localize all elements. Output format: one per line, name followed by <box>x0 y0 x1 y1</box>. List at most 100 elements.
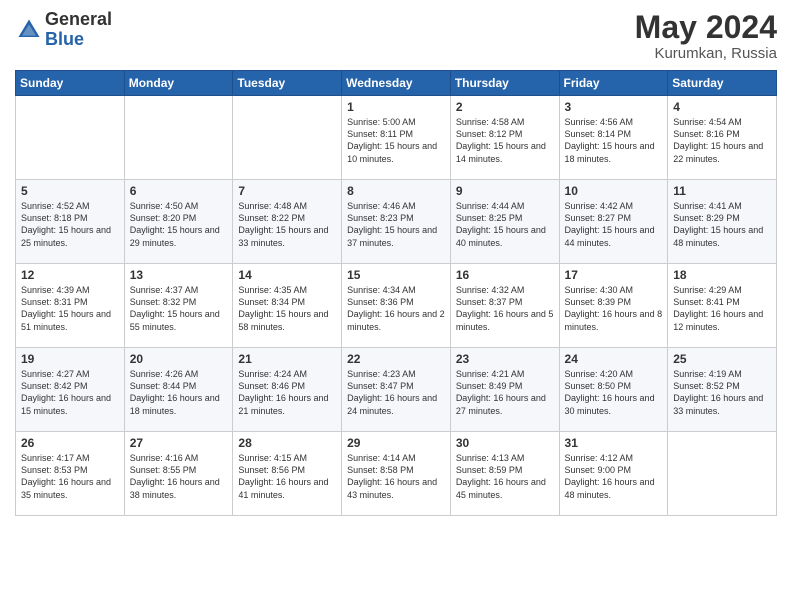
calendar-cell-3-3: 22 Sunrise: 4:23 AMSunset: 8:47 PMDaylig… <box>342 348 451 432</box>
calendar-cell-4-6 <box>668 432 777 516</box>
calendar-cell-0-1 <box>124 96 233 180</box>
cell-content: Sunrise: 4:14 AMSunset: 8:58 PMDaylight:… <box>347 452 445 501</box>
header-thursday: Thursday <box>450 71 559 96</box>
logo-icon <box>15 16 43 44</box>
logo-blue: Blue <box>45 30 112 50</box>
calendar-cell-2-3: 15 Sunrise: 4:34 AMSunset: 8:36 PMDaylig… <box>342 264 451 348</box>
calendar-cell-1-4: 9 Sunrise: 4:44 AMSunset: 8:25 PMDayligh… <box>450 180 559 264</box>
day-number: 24 <box>565 352 663 366</box>
header-friday: Friday <box>559 71 668 96</box>
cell-content: Sunrise: 4:15 AMSunset: 8:56 PMDaylight:… <box>238 452 336 501</box>
day-number: 19 <box>21 352 119 366</box>
calendar-cell-3-5: 24 Sunrise: 4:20 AMSunset: 8:50 PMDaylig… <box>559 348 668 432</box>
cell-content: Sunrise: 4:21 AMSunset: 8:49 PMDaylight:… <box>456 368 554 417</box>
page: General Blue May 2024 Kurumkan, Russia S… <box>0 0 792 612</box>
header-monday: Monday <box>124 71 233 96</box>
header-saturday: Saturday <box>668 71 777 96</box>
day-number: 29 <box>347 436 445 450</box>
day-number: 3 <box>565 100 663 114</box>
cell-content: Sunrise: 4:32 AMSunset: 8:37 PMDaylight:… <box>456 284 554 333</box>
cell-content: Sunrise: 4:29 AMSunset: 8:41 PMDaylight:… <box>673 284 771 333</box>
calendar-cell-0-6: 4 Sunrise: 4:54 AMSunset: 8:16 PMDayligh… <box>668 96 777 180</box>
day-number: 16 <box>456 268 554 282</box>
day-number: 9 <box>456 184 554 198</box>
logo-text: General Blue <box>45 10 112 50</box>
cell-content: Sunrise: 4:54 AMSunset: 8:16 PMDaylight:… <box>673 116 771 165</box>
calendar-cell-1-1: 6 Sunrise: 4:50 AMSunset: 8:20 PMDayligh… <box>124 180 233 264</box>
cell-content: Sunrise: 4:41 AMSunset: 8:29 PMDaylight:… <box>673 200 771 249</box>
day-number: 14 <box>238 268 336 282</box>
calendar-cell-0-5: 3 Sunrise: 4:56 AMSunset: 8:14 PMDayligh… <box>559 96 668 180</box>
calendar-cell-4-2: 28 Sunrise: 4:15 AMSunset: 8:56 PMDaylig… <box>233 432 342 516</box>
day-number: 1 <box>347 100 445 114</box>
day-number: 27 <box>130 436 228 450</box>
calendar-cell-3-1: 20 Sunrise: 4:26 AMSunset: 8:44 PMDaylig… <box>124 348 233 432</box>
weekday-header-row: Sunday Monday Tuesday Wednesday Thursday… <box>16 71 777 96</box>
calendar-cell-2-1: 13 Sunrise: 4:37 AMSunset: 8:32 PMDaylig… <box>124 264 233 348</box>
cell-content: Sunrise: 4:37 AMSunset: 8:32 PMDaylight:… <box>130 284 228 333</box>
day-number: 20 <box>130 352 228 366</box>
calendar-cell-3-4: 23 Sunrise: 4:21 AMSunset: 8:49 PMDaylig… <box>450 348 559 432</box>
header-tuesday: Tuesday <box>233 71 342 96</box>
calendar-cell-2-5: 17 Sunrise: 4:30 AMSunset: 8:39 PMDaylig… <box>559 264 668 348</box>
calendar-cell-4-1: 27 Sunrise: 4:16 AMSunset: 8:55 PMDaylig… <box>124 432 233 516</box>
calendar-cell-1-6: 11 Sunrise: 4:41 AMSunset: 8:29 PMDaylig… <box>668 180 777 264</box>
calendar-cell-0-3: 1 Sunrise: 5:00 AMSunset: 8:11 PMDayligh… <box>342 96 451 180</box>
day-number: 2 <box>456 100 554 114</box>
day-number: 30 <box>456 436 554 450</box>
day-number: 28 <box>238 436 336 450</box>
calendar-cell-4-3: 29 Sunrise: 4:14 AMSunset: 8:58 PMDaylig… <box>342 432 451 516</box>
day-number: 7 <box>238 184 336 198</box>
day-number: 21 <box>238 352 336 366</box>
title-block: May 2024 Kurumkan, Russia <box>635 10 777 62</box>
cell-content: Sunrise: 4:42 AMSunset: 8:27 PMDaylight:… <box>565 200 663 249</box>
cell-content: Sunrise: 4:58 AMSunset: 8:12 PMDaylight:… <box>456 116 554 165</box>
day-number: 26 <box>21 436 119 450</box>
day-number: 12 <box>21 268 119 282</box>
day-number: 17 <box>565 268 663 282</box>
cell-content: Sunrise: 4:34 AMSunset: 8:36 PMDaylight:… <box>347 284 445 333</box>
day-number: 8 <box>347 184 445 198</box>
week-row-0: 1 Sunrise: 5:00 AMSunset: 8:11 PMDayligh… <box>16 96 777 180</box>
cell-content: Sunrise: 4:24 AMSunset: 8:46 PMDaylight:… <box>238 368 336 417</box>
month-year: May 2024 <box>635 10 777 45</box>
calendar-cell-0-0 <box>16 96 125 180</box>
calendar-table: Sunday Monday Tuesday Wednesday Thursday… <box>15 70 777 516</box>
cell-content: Sunrise: 4:50 AMSunset: 8:20 PMDaylight:… <box>130 200 228 249</box>
calendar-cell-0-2 <box>233 96 342 180</box>
week-row-3: 19 Sunrise: 4:27 AMSunset: 8:42 PMDaylig… <box>16 348 777 432</box>
header-wednesday: Wednesday <box>342 71 451 96</box>
day-number: 23 <box>456 352 554 366</box>
cell-content: Sunrise: 4:23 AMSunset: 8:47 PMDaylight:… <box>347 368 445 417</box>
week-row-4: 26 Sunrise: 4:17 AMSunset: 8:53 PMDaylig… <box>16 432 777 516</box>
cell-content: Sunrise: 4:39 AMSunset: 8:31 PMDaylight:… <box>21 284 119 333</box>
week-row-2: 12 Sunrise: 4:39 AMSunset: 8:31 PMDaylig… <box>16 264 777 348</box>
logo: General Blue <box>15 10 112 50</box>
calendar-cell-1-0: 5 Sunrise: 4:52 AMSunset: 8:18 PMDayligh… <box>16 180 125 264</box>
day-number: 4 <box>673 100 771 114</box>
day-number: 31 <box>565 436 663 450</box>
location: Kurumkan, Russia <box>635 45 777 62</box>
calendar-cell-2-2: 14 Sunrise: 4:35 AMSunset: 8:34 PMDaylig… <box>233 264 342 348</box>
cell-content: Sunrise: 4:26 AMSunset: 8:44 PMDaylight:… <box>130 368 228 417</box>
calendar-cell-2-6: 18 Sunrise: 4:29 AMSunset: 8:41 PMDaylig… <box>668 264 777 348</box>
cell-content: Sunrise: 4:46 AMSunset: 8:23 PMDaylight:… <box>347 200 445 249</box>
cell-content: Sunrise: 4:52 AMSunset: 8:18 PMDaylight:… <box>21 200 119 249</box>
calendar-cell-3-2: 21 Sunrise: 4:24 AMSunset: 8:46 PMDaylig… <box>233 348 342 432</box>
day-number: 6 <box>130 184 228 198</box>
day-number: 10 <box>565 184 663 198</box>
header: General Blue May 2024 Kurumkan, Russia <box>15 10 777 62</box>
day-number: 11 <box>673 184 771 198</box>
cell-content: Sunrise: 4:35 AMSunset: 8:34 PMDaylight:… <box>238 284 336 333</box>
cell-content: Sunrise: 4:16 AMSunset: 8:55 PMDaylight:… <box>130 452 228 501</box>
cell-content: Sunrise: 4:12 AMSunset: 9:00 PMDaylight:… <box>565 452 663 501</box>
day-number: 18 <box>673 268 771 282</box>
cell-content: Sunrise: 4:30 AMSunset: 8:39 PMDaylight:… <box>565 284 663 333</box>
calendar-cell-1-2: 7 Sunrise: 4:48 AMSunset: 8:22 PMDayligh… <box>233 180 342 264</box>
calendar-cell-0-4: 2 Sunrise: 4:58 AMSunset: 8:12 PMDayligh… <box>450 96 559 180</box>
day-number: 13 <box>130 268 228 282</box>
day-number: 15 <box>347 268 445 282</box>
calendar-cell-1-3: 8 Sunrise: 4:46 AMSunset: 8:23 PMDayligh… <box>342 180 451 264</box>
calendar-cell-3-6: 25 Sunrise: 4:19 AMSunset: 8:52 PMDaylig… <box>668 348 777 432</box>
cell-content: Sunrise: 4:19 AMSunset: 8:52 PMDaylight:… <box>673 368 771 417</box>
